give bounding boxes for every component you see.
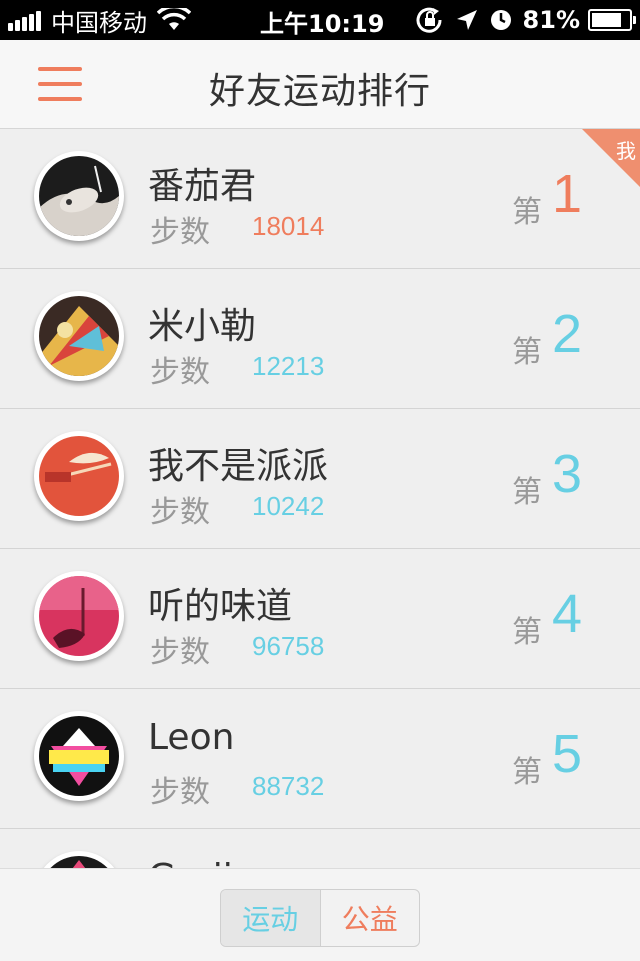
- steps-label: 步数: [150, 215, 210, 250]
- friend-name: Leon: [148, 717, 235, 758]
- signal-icon: [8, 9, 43, 31]
- ranking-row[interactable]: 番茄君 步数 18014 第 1 我: [0, 129, 640, 269]
- location-icon: [456, 10, 477, 30]
- status-time: 上午10:19: [260, 10, 385, 38]
- friend-name: Gorjinar: [148, 857, 292, 868]
- friend-name: 我不是派派: [148, 446, 329, 487]
- avatar[interactable]: [34, 851, 124, 868]
- friend-name: 米小勒: [148, 306, 257, 347]
- avatar[interactable]: [34, 571, 124, 661]
- battery-percent: 81%: [522, 6, 580, 34]
- ranking-row[interactable]: 米小勒 步数 12213 第 2: [0, 269, 640, 409]
- me-badge-label: 我: [616, 139, 636, 163]
- avatar[interactable]: [34, 711, 124, 801]
- ranking-row[interactable]: 我不是派派 步数 10242 第 3: [0, 409, 640, 549]
- carrier-label: 中国移动: [51, 8, 147, 37]
- friend-name: 番茄君: [148, 166, 257, 207]
- steps-value: 10242: [252, 491, 325, 521]
- rank-prefix: 第: [512, 755, 542, 790]
- steps-label: 步数: [150, 775, 210, 810]
- steps-value: 12213: [252, 351, 325, 381]
- friend-name: 听的味道: [148, 586, 293, 627]
- avatar[interactable]: [34, 431, 124, 521]
- battery-icon: [588, 9, 636, 31]
- ranking-row[interactable]: Gorjinar: [0, 829, 640, 868]
- bottom-bar: 运动 公益: [0, 868, 640, 961]
- nav-bar: 好友运动排行: [0, 40, 640, 129]
- rank-number: 4: [552, 584, 583, 644]
- steps-label: 步数: [150, 495, 210, 530]
- page-title: 好友运动排行: [208, 71, 431, 112]
- avatar[interactable]: [34, 151, 124, 241]
- avatar[interactable]: [34, 291, 124, 381]
- rank-number: 3: [552, 444, 583, 504]
- status-bar: 中国移动 上午10:19 81%: [0, 0, 640, 40]
- steps-label: 步数: [150, 635, 210, 670]
- tab-sport[interactable]: 运动: [221, 890, 321, 946]
- steps-value: 88732: [252, 771, 325, 801]
- rank-prefix: 第: [512, 195, 542, 230]
- steps-value: 96758: [252, 631, 325, 661]
- alarm-icon: [490, 10, 511, 30]
- me-badge: 我: [580, 129, 640, 189]
- steps-label: 步数: [150, 355, 210, 390]
- steps-value: 18014: [252, 211, 325, 241]
- segmented-control[interactable]: 运动 公益: [220, 889, 420, 947]
- rank-number: 2: [552, 304, 583, 364]
- ranking-row[interactable]: 听的味道 步数 96758 第 4: [0, 549, 640, 689]
- rank-prefix: 第: [512, 475, 542, 510]
- rank-number: 1: [552, 164, 583, 224]
- rotation-lock-icon: [416, 7, 442, 33]
- tab-charity[interactable]: 公益: [321, 890, 420, 946]
- rank-prefix: 第: [512, 615, 542, 650]
- rank-prefix: 第: [512, 335, 542, 370]
- ranking-row[interactable]: Leon 步数 88732 第 5: [0, 689, 640, 829]
- wifi-icon: [157, 8, 191, 30]
- ranking-list[interactable]: 番茄君 步数 18014 第 1 我 米小勒 步数 12213 第 2 我不是派…: [0, 129, 640, 868]
- rank-number: 5: [552, 724, 583, 784]
